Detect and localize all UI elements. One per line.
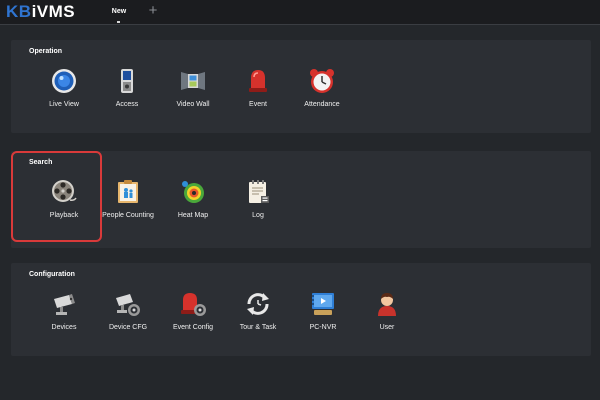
tile-label: Log	[252, 212, 264, 219]
tile-pc-nvr[interactable]: PC-NVR	[293, 283, 353, 343]
tile-video-wall[interactable]: Video Wall	[163, 60, 223, 120]
tile-heat-map[interactable]: Heat Map	[163, 171, 223, 231]
tile-user[interactable]: User	[357, 283, 417, 343]
operation-title: Operation	[29, 48, 63, 55]
pc-nvr-icon	[310, 291, 336, 317]
alarm-gear-icon	[180, 291, 206, 317]
refresh-clock-icon	[245, 291, 271, 317]
tile-label: User	[379, 324, 395, 331]
tile-tour-task[interactable]: Tour & Task	[228, 283, 288, 343]
camera-device-icon	[51, 291, 77, 317]
tile-attendance[interactable]: Attendance	[292, 60, 352, 120]
tile-devices[interactable]: Devices	[34, 283, 94, 343]
tile-access[interactable]: Access	[97, 60, 157, 120]
tile-label: Attendance	[304, 101, 340, 108]
tab-new[interactable]: New	[100, 0, 138, 24]
configuration-title: Configuration	[29, 271, 75, 278]
operation-panel: Operation Live View Access Video Wall Ev…	[11, 40, 591, 133]
configuration-panel: Configuration Devices Device CFG Event C…	[11, 263, 591, 356]
alarm-clock-icon	[309, 68, 335, 94]
people-counting-icon	[115, 179, 141, 205]
brand-suffix: iVMS	[31, 2, 76, 21]
access-control-icon	[114, 68, 140, 94]
alarm-light-icon	[245, 68, 271, 94]
tile-log[interactable]: Log	[228, 171, 288, 231]
tile-event-config[interactable]: Event Config	[163, 283, 223, 343]
live-view-icon	[51, 68, 77, 94]
add-tab-icon[interactable]: +	[145, 3, 161, 19]
camera-gear-icon	[115, 291, 141, 317]
heat-map-icon	[180, 179, 206, 205]
top-bar: KBiVMS New +	[0, 0, 600, 25]
tile-people-counting[interactable]: People Counting	[98, 171, 158, 231]
tile-live-view[interactable]: Live View	[34, 60, 94, 120]
user-icon	[374, 291, 400, 317]
tile-event[interactable]: Event	[228, 60, 288, 120]
brand-prefix: KB	[6, 2, 32, 21]
video-wall-icon	[180, 68, 206, 94]
log-document-icon	[245, 179, 271, 205]
app-logo: KBiVMS	[6, 2, 75, 22]
playback-highlight	[11, 151, 102, 242]
tile-device-cfg[interactable]: Device CFG	[98, 283, 158, 343]
